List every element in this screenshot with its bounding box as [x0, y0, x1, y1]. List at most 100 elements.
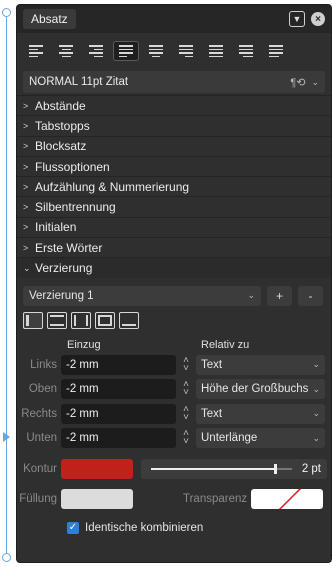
section-label: Blocksatz: [35, 139, 87, 154]
stepper-icon[interactable]: ˄ ˅: [176, 380, 196, 398]
fill-color-swatch[interactable]: [61, 488, 133, 509]
align-away-from-spine-icon[interactable]: [263, 41, 289, 61]
combine-identical-option[interactable]: ✓ Identische kombinieren: [17, 519, 331, 537]
stroke-color-swatch[interactable]: [61, 458, 133, 479]
relative-to-value: Unterlänge: [201, 432, 258, 445]
decoration-grid-header: Einzug Relativ zu: [17, 329, 331, 353]
chevron-down-icon: ⌄: [312, 383, 320, 394]
section-label: Aufzählung & Nummerierung: [35, 179, 190, 194]
selection-arrow-icon: [3, 432, 10, 442]
combine-identical-label: Identische kombinieren: [85, 521, 204, 534]
selection-handle-bottom[interactable]: [2, 553, 11, 562]
panel-menu-icon[interactable]: ▼: [289, 11, 305, 27]
section-7[interactable]: > Erste Wörter: [17, 237, 331, 257]
offset-row: Rechts -2 mm ˄ ˅ Text ⌄: [17, 402, 331, 427]
pilcrow-icon[interactable]: ¶⟲: [290, 76, 305, 89]
stepper-icon[interactable]: ˄ ˅: [176, 355, 196, 373]
offset-input[interactable]: -2 mm: [61, 403, 176, 424]
chevron-down-icon: ⌄: [312, 408, 320, 419]
justify-all-icon[interactable]: [203, 41, 229, 61]
relative-to-value: Text: [201, 407, 223, 420]
alignment-toolbar: [17, 33, 331, 65]
offset-row: Unten -2 mm ˄ ˅ Unterlänge ⌄: [17, 426, 331, 451]
chevron-right-icon: >: [23, 141, 29, 152]
chevron-right-icon: >: [23, 120, 29, 131]
stroke-width-slider[interactable]: [151, 463, 292, 474]
decoration-preset-row: Verzierung 1 ⌄ + -: [17, 278, 331, 306]
chevron-right-icon: >: [23, 202, 29, 213]
offset-input[interactable]: -2 mm: [61, 379, 176, 400]
chevron-right-icon: >: [23, 242, 29, 253]
chevron-down-icon: ⌄: [23, 262, 31, 273]
border-bottom-icon[interactable]: [119, 311, 139, 329]
section-0[interactable]: > Abstände: [17, 95, 331, 115]
decoration-preset-select[interactable]: Verzierung 1 ⌄: [23, 285, 261, 306]
offset-input[interactable]: -2 mm: [61, 428, 176, 449]
relative-to-select[interactable]: Höhe der Großbuchs ⌄: [196, 379, 325, 400]
align-left-icon[interactable]: [23, 41, 49, 61]
offset-label: Rechts: [21, 407, 57, 420]
section-label: Abstände: [35, 98, 86, 113]
section-4[interactable]: > Aufzählung & Nummerierung: [17, 176, 331, 196]
border-top-bottom-icon[interactable]: [47, 311, 67, 329]
offset-row: Oben -2 mm ˄ ˅ Höhe der Großbuchs ⌄: [17, 377, 331, 402]
decoration-preset-value: Verzierung 1: [29, 289, 94, 302]
panel-tab-title[interactable]: Absatz: [23, 9, 76, 29]
stepper-icon[interactable]: ˄ ˅: [176, 429, 196, 447]
relative-to-select[interactable]: Text ⌄: [196, 354, 325, 375]
transparency-label: Transparenz: [183, 492, 248, 505]
section-8[interactable]: ⌄ Verzierung: [17, 257, 331, 278]
chevron-down-icon: ⌄: [247, 290, 255, 301]
stroke-row: Kontur 2 pt: [17, 457, 331, 481]
paragraph-style-select[interactable]: NORMAL 11pt Zitat ¶⟲ ⌄: [23, 71, 325, 93]
no-color-slash-icon: [278, 488, 302, 509]
selection-guide-line: [6, 12, 7, 557]
stroke-width-value[interactable]: 2 pt: [302, 463, 321, 475]
align-toward-spine-icon[interactable]: [233, 41, 259, 61]
section-2[interactable]: > Blocksatz: [17, 135, 331, 156]
paragraph-style-value: NORMAL 11pt Zitat: [29, 76, 129, 88]
section-1[interactable]: > Tabstopps: [17, 115, 331, 135]
border-box-icon[interactable]: [95, 311, 115, 329]
stroke-width-control[interactable]: 2 pt: [141, 458, 327, 479]
selection-handle-top[interactable]: [2, 8, 11, 17]
relative-to-select[interactable]: Text ⌄: [196, 403, 325, 424]
offset-label: Links: [30, 358, 57, 371]
section-6[interactable]: > Initialen: [17, 216, 331, 237]
relative-to-header: Relativ zu: [201, 338, 250, 351]
indent-header: Einzug: [67, 338, 101, 351]
align-right-icon[interactable]: [83, 41, 109, 61]
justify-right-icon[interactable]: [173, 41, 199, 61]
chevron-right-icon: >: [23, 222, 29, 233]
close-icon[interactable]: ×: [311, 12, 325, 26]
panel-titlebar: Absatz ▼ ×: [17, 5, 331, 33]
justify-center-icon[interactable]: [143, 41, 169, 61]
section-label: Flussoptionen: [35, 159, 110, 174]
chevron-right-icon: >: [23, 161, 29, 172]
chevron-right-icon: >: [23, 181, 29, 192]
stepper-icon[interactable]: ˄ ˅: [176, 404, 196, 422]
transparency-swatch[interactable]: [251, 488, 323, 509]
checkmark-icon[interactable]: ✓: [67, 521, 79, 534]
offset-input[interactable]: -2 mm: [61, 354, 176, 375]
section-label: Tabstopps: [35, 118, 90, 133]
section-label: Verzierung: [35, 261, 93, 276]
justify-left-icon[interactable]: [113, 41, 139, 61]
section-5[interactable]: > Silbentrennung: [17, 196, 331, 216]
border-left-icon[interactable]: [23, 311, 43, 329]
fill-label: Füllung: [19, 492, 57, 505]
add-decoration-button[interactable]: +: [267, 285, 292, 306]
relative-to-value: Text: [201, 358, 223, 371]
section-3[interactable]: > Flussoptionen: [17, 155, 331, 176]
offset-row: Links -2 mm ˄ ˅ Text ⌄: [17, 353, 331, 378]
chevron-down-icon: ⌄: [312, 432, 320, 443]
relative-to-select[interactable]: Unterlänge ⌄: [196, 428, 325, 449]
remove-decoration-button[interactable]: -: [298, 285, 323, 306]
stroke-width-slider-handle[interactable]: [273, 463, 277, 474]
align-center-icon[interactable]: [53, 41, 79, 61]
decoration-offset-rows: Links -2 mm ˄ ˅ Text ⌄ Oben -2 mm ˄ ˅ Höhe der Gro…: [17, 353, 331, 451]
section-list: > Abstände > Tabstopps > Blocksatz > Flussoptio…: [17, 95, 331, 278]
paragraph-panel: Absatz ▼ × NORMAL 11pt Zitat ¶⟲ ⌄ > Abstä…: [16, 4, 332, 563]
border-left-right-icon[interactable]: [71, 311, 91, 329]
border-style-buttons: [17, 306, 331, 329]
